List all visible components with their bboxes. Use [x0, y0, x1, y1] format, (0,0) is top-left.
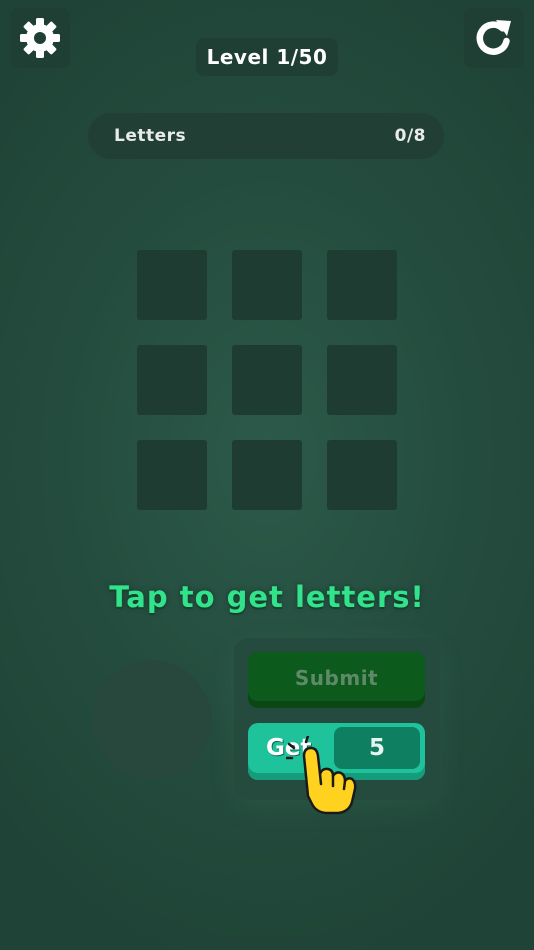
- submit-label: Submit: [294, 666, 379, 690]
- submit-button[interactable]: Submit: [248, 652, 425, 708]
- letter-slot[interactable]: [327, 250, 397, 320]
- gear-icon: [20, 18, 60, 58]
- letter-slot[interactable]: [137, 345, 207, 415]
- letters-progress-bar: Letters 0/8: [88, 113, 444, 159]
- letters-count: 0/8: [394, 126, 426, 146]
- letter-grid: [137, 250, 397, 510]
- get-letters-button[interactable]: Get 5: [248, 723, 425, 780]
- settings-button[interactable]: [10, 8, 70, 68]
- letter-slot[interactable]: [137, 250, 207, 320]
- restart-icon: [476, 20, 511, 55]
- letter-slot[interactable]: [327, 345, 397, 415]
- letter-slot[interactable]: [232, 345, 302, 415]
- level-indicator: Level 1/50: [196, 38, 338, 76]
- letter-slot[interactable]: [232, 250, 302, 320]
- letter-slot[interactable]: [232, 440, 302, 510]
- letter-slot[interactable]: [137, 440, 207, 510]
- hint-text: Tap to get letters!: [109, 580, 425, 614]
- letter-slot[interactable]: [327, 440, 397, 510]
- letters-label: Letters: [114, 126, 187, 146]
- restart-button[interactable]: [464, 8, 524, 68]
- get-count-badge: 5: [334, 727, 420, 769]
- level-label: Level 1/50: [206, 45, 328, 69]
- get-label: Get: [266, 735, 312, 761]
- letter-wheel[interactable]: [92, 660, 211, 779]
